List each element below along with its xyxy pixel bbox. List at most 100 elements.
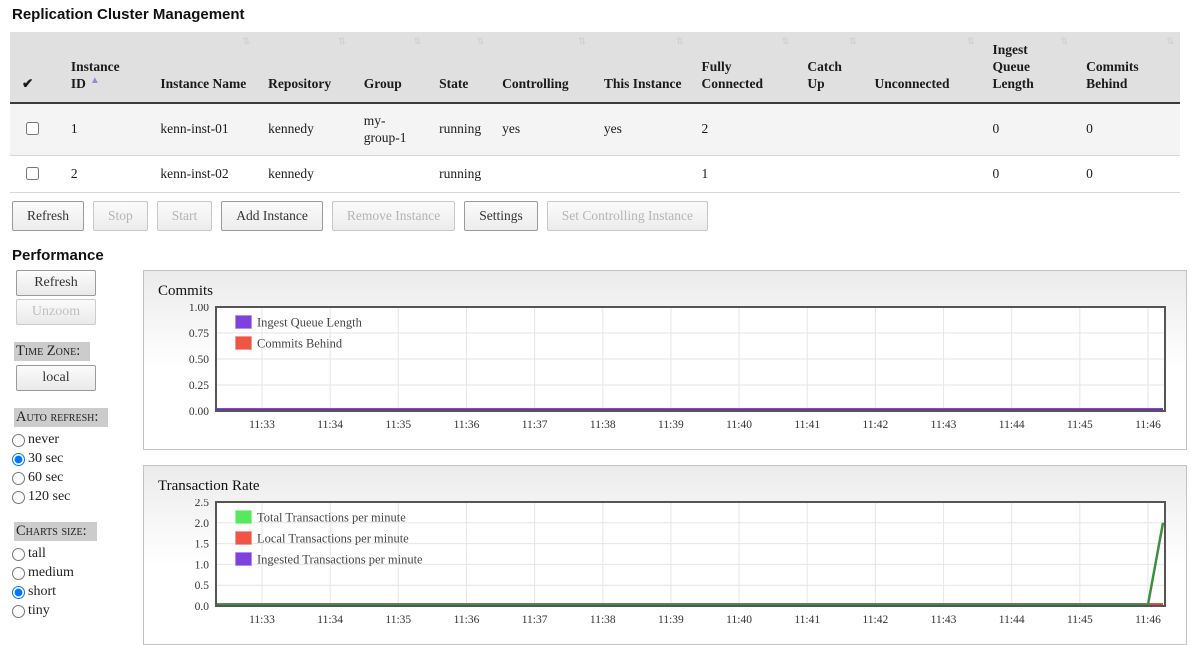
x-tick-label: 11:35	[385, 419, 411, 431]
refresh-button[interactable]: Refresh	[12, 201, 84, 231]
radio-label: tall	[28, 546, 46, 562]
cell-instance-name: kenn-inst-01	[148, 103, 256, 156]
cell-group: my-group-1	[352, 103, 427, 156]
charts-size-radio-medium[interactable]	[12, 567, 25, 580]
column-label: Repository	[268, 76, 331, 91]
legend-swatch-ingest-queue-length	[235, 315, 252, 329]
radio-label: 60 sec	[28, 470, 63, 486]
charts-size-option-short[interactable]: short	[12, 584, 143, 600]
charts-size-option-medium[interactable]: medium	[12, 565, 143, 581]
y-tick-label: 0.25	[189, 380, 209, 392]
x-tick-label: 11:40	[726, 419, 752, 431]
legend-swatch-local-transactions-per-minute	[235, 531, 252, 545]
timezone-label: Time Zone:	[14, 342, 90, 361]
y-tick-label: 2.0	[195, 518, 210, 530]
y-tick-label: 1.00	[189, 304, 209, 314]
x-tick-label: 11:44	[999, 419, 1025, 431]
add-instance-button[interactable]: Add Instance	[221, 201, 323, 231]
column-header-group[interactable]: Group ⇅	[352, 32, 427, 103]
cell-unconnected	[862, 155, 980, 193]
sort-toggle-icon: ⇅	[782, 36, 790, 47]
column-header-this-instance[interactable]: This Instance⇅	[592, 32, 690, 103]
charts-size-option-tall[interactable]: tall	[12, 546, 143, 562]
stop-button: Stop	[93, 201, 148, 231]
column-label: Instance Name	[160, 76, 246, 91]
row-checkbox[interactable]	[26, 167, 39, 180]
x-tick-label: 11:41	[794, 419, 820, 431]
column-label: Controlling	[502, 76, 569, 91]
charts-size-radio-tall[interactable]	[12, 548, 25, 561]
column-label: Fully Connected	[702, 59, 764, 91]
sort-toggle-icon: ⇅	[1166, 36, 1174, 47]
y-tick-label: 0.75	[189, 328, 209, 340]
legend-label-total-transactions-per-minute: Total Transactions per minute	[257, 511, 406, 525]
settings-button[interactable]: Settings	[464, 201, 538, 231]
auto-refresh-radio-60-sec[interactable]	[12, 472, 25, 485]
row-checkbox[interactable]	[26, 122, 39, 135]
auto-refresh-option-120-sec[interactable]: 120 sec	[12, 489, 143, 505]
y-tick-label: 1.0	[195, 560, 210, 572]
cell-ingest-queue-length: 0	[981, 103, 1075, 156]
cell-group	[352, 155, 427, 193]
auto-refresh-radio-never[interactable]	[12, 434, 25, 447]
perf-refresh-button[interactable]: Refresh	[16, 270, 96, 296]
auto-refresh-radio-120-sec[interactable]	[12, 491, 25, 504]
column-header-ingest-queue-length[interactable]: Ingest Queue Length⇅	[981, 32, 1075, 103]
column-header-instance-name[interactable]: Instance Name⇅	[148, 32, 256, 103]
x-tick-label: 11:39	[658, 419, 684, 431]
radio-label: tiny	[28, 603, 50, 619]
column-header-controlling[interactable]: Controlling⇅	[490, 32, 592, 103]
radio-label: medium	[28, 565, 74, 581]
charts-size-radio-short[interactable]	[12, 586, 25, 599]
x-tick-label: 11:46	[1135, 419, 1161, 431]
cluster-toolbar: RefreshStopStartAdd InstanceRemove Insta…	[12, 201, 1181, 231]
column-label: Unconnected	[874, 76, 949, 91]
x-tick-label: 11:35	[385, 614, 411, 626]
x-tick-label: 11:36	[454, 419, 480, 431]
x-tick-label: 11:45	[1067, 419, 1093, 431]
commits-chart-title: Commits	[158, 283, 1186, 300]
row-select-cell	[10, 155, 59, 193]
sort-toggle-icon: ⇅	[676, 36, 684, 47]
performance-sidebar: Refresh Unzoom Time Zone: local Auto ref…	[10, 270, 143, 622]
table-body: 1kenn-inst-01kennedymy-group-1runningyes…	[10, 103, 1180, 193]
auto-refresh-option-never[interactable]: never	[12, 432, 143, 448]
x-tick-label: 11:43	[931, 614, 957, 626]
auto-refresh-option-60-sec[interactable]: 60 sec	[12, 470, 143, 486]
column-header-catch-up[interactable]: Catch Up⇅	[795, 32, 862, 103]
auto-refresh-radio-30-sec[interactable]	[12, 453, 25, 466]
table-header-row: ✔Instance ID▲Instance Name⇅Repository⇅Gr…	[10, 32, 1180, 103]
charts-size-radio-tiny[interactable]	[12, 605, 25, 618]
auto-refresh-option-30-sec[interactable]: 30 sec	[12, 451, 143, 467]
x-tick-label: 11:46	[1135, 614, 1161, 626]
transaction-rate-chart: 2.52.01.51.00.50.011:3311:3411:3511:3611…	[144, 499, 1184, 637]
column-header-unconnected[interactable]: Unconnected⇅	[862, 32, 980, 103]
column-header-fully-connected[interactable]: Fully Connected ⇅	[690, 32, 796, 103]
commits-chart: 1.000.750.500.250.0011:3311:3411:3511:36…	[144, 304, 1184, 442]
charts-size-option-tiny[interactable]: tiny	[12, 603, 143, 619]
x-tick-label: 11:33	[249, 419, 275, 431]
x-tick-label: 11:38	[590, 614, 616, 626]
column-label: Catch Up	[807, 59, 842, 91]
cell-commits-behind: 0	[1074, 103, 1180, 156]
cell-instance-name: kenn-inst-02	[148, 155, 256, 193]
y-tick-label: 0.0	[195, 601, 210, 613]
column-header-repository[interactable]: Repository⇅	[256, 32, 352, 103]
commits-chart-panel: Commits 1.000.750.500.250.0011:3311:3411…	[143, 270, 1187, 450]
radio-label: 120 sec	[28, 489, 70, 505]
column-label: Group	[364, 76, 402, 91]
x-tick-label: 11:39	[658, 614, 684, 626]
sort-toggle-icon: ⇅	[414, 36, 422, 47]
cell-fully-connected: 1	[690, 155, 796, 193]
cell-unconnected	[862, 103, 980, 156]
transaction-rate-chart-title: Transaction Rate	[158, 478, 1186, 495]
charts-size-group: tall medium short tiny	[12, 546, 143, 619]
column-header-commits-behind[interactable]: Commits Behind⇅	[1074, 32, 1180, 103]
cell-fully-connected: 2	[690, 103, 796, 156]
legend-label-commits-behind: Commits Behind	[257, 337, 343, 351]
column-header-instance-id[interactable]: Instance ID▲	[59, 32, 149, 103]
timezone-button[interactable]: local	[16, 365, 96, 391]
unzoom-button: Unzoom	[16, 299, 96, 325]
column-header-state[interactable]: State⇅	[427, 32, 490, 103]
page-title: Replication Cluster Management	[12, 6, 1181, 23]
